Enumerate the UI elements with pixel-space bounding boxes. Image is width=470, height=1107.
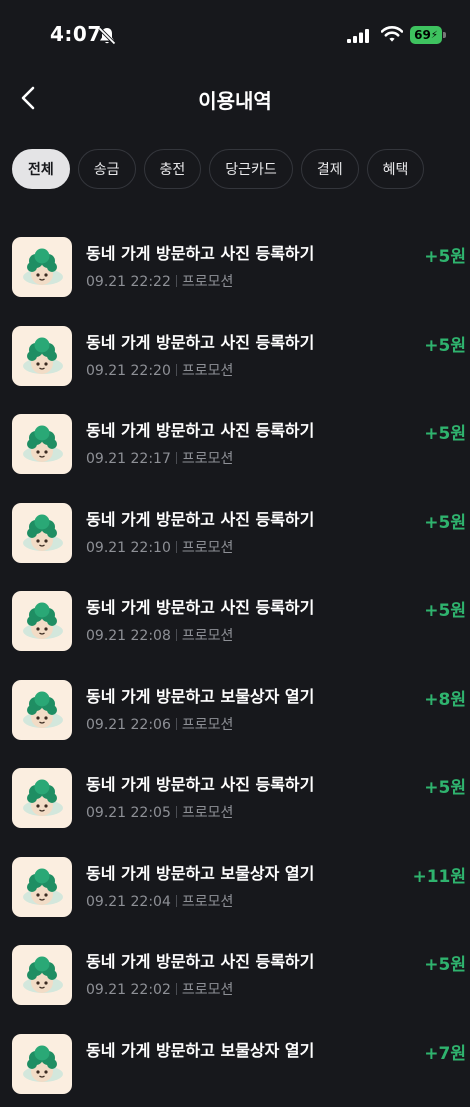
status-bar: 4:07 69⚡ [0,0,470,70]
filter-chip-all[interactable]: 전체 [12,149,70,189]
meta-divider [176,806,177,818]
meta-divider [176,541,177,553]
transaction-meta: 09.21 22:08 프로모션 [86,625,233,645]
transaction-item[interactable]: 동네 가게 방문하고 사진 등록하기 09.21 22:22 프로모션 +5원 [0,222,470,311]
transaction-amount: +11원 [412,862,466,887]
transaction-datetime: 09.21 22:20 [86,363,171,379]
transaction-title: 동네 가게 방문하고 보물상자 열기 [86,683,314,707]
transaction-amount: +5원 [424,773,466,798]
transaction-meta: 09.21 22:10 프로모션 [86,537,233,557]
promotion-mascot-icon [12,768,72,828]
bell-slash-icon [97,26,117,46]
meta-divider [176,895,177,907]
transaction-title: 동네 가게 방문하고 사진 등록하기 [86,948,314,972]
transaction-amount: +5원 [424,596,466,621]
transaction-amount: +5원 [424,331,466,356]
filter-chip-card[interactable]: 당근카드 [209,149,293,189]
transaction-amount: +5원 [424,242,466,267]
promotion-mascot-icon [12,237,72,297]
transaction-item[interactable]: 동네 가게 방문하고 사진 등록하기 09.21 22:17 프로모션 +5원 [0,399,470,488]
transaction-item[interactable]: 동네 가게 방문하고 보물상자 열기 +7원 [0,1019,470,1107]
battery-level: 69 [414,28,431,42]
transaction-datetime: 09.21 22:22 [86,274,171,290]
meta-divider [176,718,177,730]
filter-chip-transfer[interactable]: 송금 [78,149,136,189]
transaction-datetime: 09.21 22:02 [86,982,171,998]
transaction-meta: 09.21 22:17 프로모션 [86,448,233,468]
promotion-mascot-icon [12,680,72,740]
transaction-item[interactable]: 동네 가게 방문하고 사진 등록하기 09.21 22:10 프로모션 +5원 [0,488,470,577]
battery-icon: 69⚡ [410,26,442,44]
page-title: 이용내역 [0,85,470,114]
promotion-mascot-icon [12,503,72,563]
promotion-mascot-icon [12,1034,72,1094]
meta-divider [176,983,177,995]
transaction-item[interactable]: 동네 가게 방문하고 보물상자 열기 09.21 22:04 프로모션 +11원 [0,842,470,931]
transaction-category: 프로모션 [182,274,234,290]
transaction-meta: 09.21 22:22 프로모션 [86,271,233,291]
promotion-mascot-icon [12,326,72,386]
transaction-amount: +5원 [424,950,466,975]
transaction-item[interactable]: 동네 가게 방문하고 사진 등록하기 09.21 22:05 프로모션 +5원 [0,753,470,842]
transaction-title: 동네 가게 방문하고 사진 등록하기 [86,594,314,618]
transaction-meta: 09.21 22:20 프로모션 [86,360,233,380]
nav-header: 이용내역 [0,75,470,123]
filter-chip-payment[interactable]: 결제 [301,149,359,189]
transaction-item[interactable]: 동네 가게 방문하고 사진 등록하기 09.21 22:08 프로모션 +5원 [0,576,470,665]
transaction-meta: 09.21 22:02 프로모션 [86,979,233,999]
transaction-amount: +8원 [424,685,466,710]
transaction-category: 프로모션 [182,363,234,379]
transaction-title: 동네 가게 방문하고 보물상자 열기 [86,860,314,884]
filter-chip-charge[interactable]: 충전 [144,149,202,189]
transaction-title: 동네 가게 방문하고 사진 등록하기 [86,506,314,530]
filter-bar: 전체 송금 충전 당근카드 결제 혜택 [12,149,424,189]
transaction-title: 동네 가게 방문하고 사진 등록하기 [86,417,314,441]
transaction-category: 프로모션 [182,982,234,998]
meta-divider [176,629,177,641]
transaction-category: 프로모션 [182,894,234,910]
transaction-list: 동네 가게 방문하고 사진 등록하기 09.21 22:22 프로모션 +5원 동… [0,222,470,1107]
transaction-category: 프로모션 [182,717,234,733]
transaction-category: 프로모션 [182,540,234,556]
signal-icon [347,29,371,43]
promotion-mascot-icon [12,591,72,651]
transaction-category: 프로모션 [182,451,234,467]
transaction-item[interactable]: 동네 가게 방문하고 사진 등록하기 09.21 22:02 프로모션 +5원 [0,930,470,1019]
meta-divider [176,275,177,287]
transaction-amount: +5원 [424,508,466,533]
promotion-mascot-icon [12,857,72,917]
transaction-amount: +7원 [424,1039,466,1064]
transaction-datetime: 09.21 22:10 [86,540,171,556]
status-time: 4:07 [50,22,102,46]
transaction-datetime: 09.21 22:05 [86,805,171,821]
promotion-mascot-icon [12,414,72,474]
transaction-meta: 09.21 22:04 프로모션 [86,891,233,911]
transaction-title: 동네 가게 방문하고 사진 등록하기 [86,771,314,795]
wifi-icon [381,25,403,43]
transaction-title: 동네 가게 방문하고 보물상자 열기 [86,1037,314,1061]
filter-chip-benefit[interactable]: 혜택 [367,149,425,189]
transaction-datetime: 09.21 22:04 [86,894,171,910]
transaction-datetime: 09.21 22:17 [86,451,171,467]
meta-divider [176,452,177,464]
transaction-meta: 09.21 22:05 프로모션 [86,802,233,822]
transaction-title: 동네 가게 방문하고 사진 등록하기 [86,329,314,353]
transaction-category: 프로모션 [182,805,234,821]
transaction-category: 프로모션 [182,628,234,644]
promotion-mascot-icon [12,945,72,1005]
transaction-amount: +5원 [424,419,466,444]
transaction-item[interactable]: 동네 가게 방문하고 보물상자 열기 09.21 22:06 프로모션 +8원 [0,665,470,754]
transaction-datetime: 09.21 22:08 [86,628,171,644]
transaction-item[interactable]: 동네 가게 방문하고 사진 등록하기 09.21 22:20 프로모션 +5원 [0,311,470,400]
transaction-datetime: 09.21 22:06 [86,717,171,733]
battery-tip [443,32,446,38]
meta-divider [176,364,177,376]
transaction-meta: 09.21 22:06 프로모션 [86,714,233,734]
transaction-title: 동네 가게 방문하고 사진 등록하기 [86,240,314,264]
